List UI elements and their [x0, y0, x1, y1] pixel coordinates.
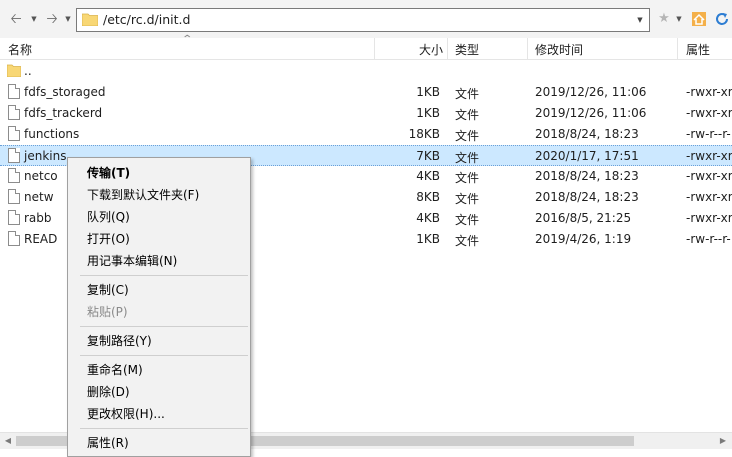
menu-separator	[80, 326, 248, 327]
file-type: 文件	[455, 151, 480, 165]
file-type: 文件	[455, 129, 480, 143]
back-history-dropdown-icon[interactable]: ▼	[30, 12, 38, 26]
file-name: rabb	[24, 211, 52, 225]
menu-item-download-default[interactable]: 下载到默认文件夹(F)	[87, 186, 199, 203]
file-size: 4KB	[416, 169, 440, 183]
file-name: jenkins	[24, 149, 67, 163]
menu-item-edit-notepad[interactable]: 用记事本编辑(N)	[87, 252, 177, 269]
menu-item-paste: 粘贴(P)	[87, 305, 128, 319]
file-modified: 2018/8/24, 18:23	[535, 190, 639, 204]
file-modified: 2020/1/17, 17:51	[535, 149, 639, 163]
menu-item-copy-path[interactable]: 复制路径(Y)	[87, 332, 152, 349]
list-item[interactable]: functions 18KB 文件 2018/8/24, 18:23 -rw-r…	[0, 124, 732, 145]
forward-arrow-icon[interactable]: 🡢	[44, 10, 60, 28]
bookmark-star-icon[interactable]: ★	[656, 11, 672, 27]
file-name: netw	[24, 190, 54, 204]
menu-item-properties[interactable]: 属性(R)	[87, 434, 129, 451]
sort-ascending-icon: ⌃	[181, 34, 194, 45]
file-size: 18KB	[408, 127, 440, 141]
forward-history-dropdown-icon[interactable]: ▼	[64, 12, 72, 26]
header-divider[interactable]	[677, 38, 678, 59]
file-attributes: -rwxr-xr	[686, 211, 732, 225]
header-modified[interactable]: 修改时间	[535, 41, 583, 58]
file-modified: 2019/12/26, 11:06	[535, 85, 647, 99]
address-bar[interactable]: /etc/rc.d/init.d ▼	[76, 8, 650, 32]
menu-item-copy[interactable]: 复制(C)	[87, 281, 129, 298]
file-size: 1KB	[416, 232, 440, 246]
home-icon[interactable]	[691, 11, 707, 27]
address-path: /etc/rc.d/init.d	[103, 12, 191, 27]
file-icon	[8, 126, 20, 141]
bookmark-dropdown-icon[interactable]: ▼	[675, 12, 683, 26]
file-name: ..	[24, 64, 32, 78]
file-name: fdfs_trackerd	[24, 106, 103, 120]
header-divider[interactable]	[374, 38, 375, 59]
file-attributes: -rwxr-xr	[686, 106, 732, 120]
file-name: fdfs_storaged	[24, 85, 106, 99]
scroll-right-icon[interactable]: ▶	[716, 435, 730, 447]
file-attributes: -rw-r--r-	[686, 127, 731, 141]
file-icon	[8, 84, 20, 99]
file-modified: 2019/12/26, 11:06	[535, 106, 647, 120]
folder-icon	[82, 13, 98, 26]
list-item[interactable]: fdfs_storaged 1KB 文件 2019/12/26, 11:06 -…	[0, 82, 732, 103]
file-modified: 2018/8/24, 18:23	[535, 127, 639, 141]
file-type: 文件	[455, 87, 480, 101]
file-icon	[8, 210, 20, 225]
file-type: 文件	[455, 108, 480, 122]
address-dropdown-icon[interactable]: ▼	[631, 9, 649, 31]
menu-item-change-permissions[interactable]: 更改权限(H)...	[87, 405, 165, 422]
file-size: 1KB	[416, 106, 440, 120]
folder-icon	[7, 64, 21, 77]
file-attributes: -rwxr-xr	[686, 149, 732, 163]
header-divider[interactable]	[447, 38, 448, 59]
file-icon	[8, 231, 20, 246]
menu-separator	[80, 355, 248, 356]
file-icon	[8, 105, 20, 120]
file-icon	[8, 148, 20, 163]
context-menu: 传输(T) 下载到默认文件夹(F) 队列(Q) 打开(O) 用记事本编辑(N) …	[67, 157, 251, 457]
file-icon	[8, 189, 20, 204]
file-name: functions	[24, 127, 80, 141]
header-type[interactable]: 类型	[455, 41, 479, 58]
file-size: 7KB	[416, 149, 440, 163]
file-name: READ	[24, 232, 58, 246]
header-size[interactable]: 大小	[419, 41, 443, 58]
file-type: 文件	[455, 213, 480, 227]
file-size: 4KB	[416, 211, 440, 225]
file-modified: 2019/4/26, 1:19	[535, 232, 632, 246]
file-type: 文件	[455, 171, 480, 185]
header-name[interactable]: 名称	[8, 41, 32, 58]
menu-item-open[interactable]: 打开(O)	[87, 230, 130, 247]
file-type: 文件	[455, 234, 480, 248]
menu-item-queue[interactable]: 队列(Q)	[87, 208, 130, 225]
file-modified: 2016/8/5, 21:25	[535, 211, 632, 225]
menu-separator	[80, 275, 248, 276]
file-size: 8KB	[416, 190, 440, 204]
file-icon	[8, 168, 20, 183]
scroll-left-icon[interactable]: ◀	[1, 435, 15, 447]
file-attributes: -rwxr-xr	[686, 190, 732, 204]
file-size: 1KB	[416, 85, 440, 99]
menu-item-rename[interactable]: 重命名(M)	[87, 361, 143, 378]
file-name: netco	[24, 169, 58, 183]
file-type: 文件	[455, 192, 480, 206]
file-modified: 2018/8/24, 18:23	[535, 169, 639, 183]
menu-item-delete[interactable]: 删除(D)	[87, 383, 130, 400]
list-item[interactable]: fdfs_trackerd 1KB 文件 2019/12/26, 11:06 -…	[0, 103, 732, 124]
column-header: ⌃ 名称 大小 类型 修改时间 属性	[0, 34, 732, 60]
file-attributes: -rwxr-xr	[686, 169, 732, 183]
menu-separator	[80, 428, 248, 429]
toolbar: 🡠 ▼ 🡢 ▼ /etc/rc.d/init.d ▼ ★ ▼	[0, 0, 732, 38]
file-attributes: -rw-r--r-	[686, 232, 731, 246]
list-item[interactable]: ..	[0, 61, 732, 82]
menu-item-transfer[interactable]: 传输(T)	[87, 164, 130, 181]
back-arrow-icon[interactable]: 🡠	[8, 10, 24, 28]
refresh-icon[interactable]	[714, 11, 730, 27]
header-attributes[interactable]: 属性	[686, 41, 710, 58]
header-divider[interactable]	[527, 38, 528, 59]
file-attributes: -rwxr-xr	[686, 85, 732, 99]
